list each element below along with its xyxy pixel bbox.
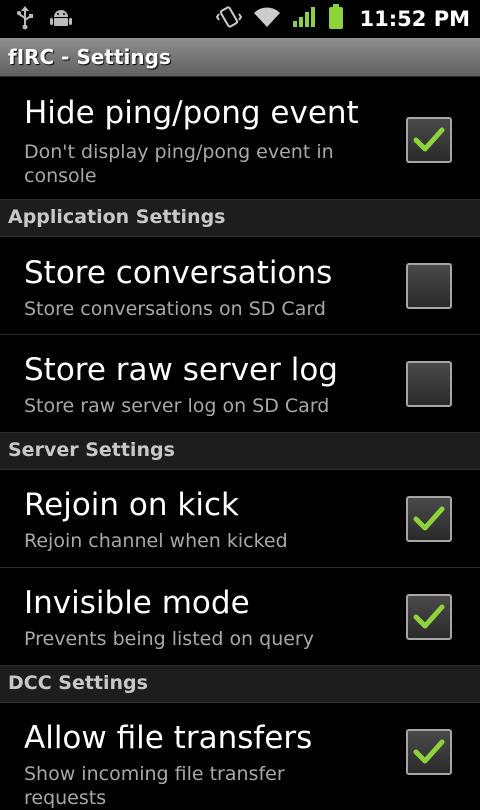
vibrate-icon [215, 5, 242, 33]
hide-ping-pong-checkbox[interactable] [406, 117, 452, 163]
invisible-mode-checkbox[interactable] [406, 594, 452, 640]
checkmark-icon [413, 604, 445, 629]
pref-summary: Rejoin channel when kicked [24, 530, 288, 552]
pref-store-raw-server-log[interactable]: Store raw server log Store raw server lo… [0, 335, 480, 433]
signal-icon [292, 5, 318, 33]
android-debug-icon [50, 6, 72, 34]
category-application-settings: Application Settings [0, 200, 480, 237]
pref-summary: Store raw server log on SD Card [24, 395, 330, 417]
pref-store-conversations[interactable]: Store conversations Store conversations … [0, 237, 480, 335]
pref-summary: Show incoming file transfer requests [24, 763, 285, 809]
pref-title: Allow file transfers [24, 720, 313, 756]
pref-summary: Don't display ping/pong event in console [24, 141, 334, 187]
wifi-icon [252, 5, 282, 33]
page-title: fIRC - Settings [8, 45, 171, 69]
settings-list[interactable]: Hide ping/pong event Don't display ping/… [0, 77, 480, 809]
pref-summary: Store conversations on SD Card [24, 298, 326, 320]
pref-title: Rejoin on kick [24, 487, 239, 523]
category-label: DCC Settings [8, 672, 148, 694]
rejoin-on-kick-checkbox[interactable] [406, 496, 452, 542]
title-bar: fIRC - Settings [0, 38, 480, 77]
category-server-settings: Server Settings [0, 433, 480, 470]
pref-title: Hide ping/pong event [24, 95, 359, 131]
battery-icon [328, 4, 344, 34]
store-conversations-checkbox[interactable] [406, 263, 452, 309]
pref-rejoin-on-kick[interactable]: Rejoin on kick Rejoin channel when kicke… [0, 470, 480, 568]
store-raw-server-log-checkbox[interactable] [406, 361, 452, 407]
checkmark-icon [413, 739, 445, 764]
category-label: Application Settings [8, 206, 226, 228]
pref-summary: Prevents being listed on query [24, 628, 314, 650]
pref-title: Store raw server log [24, 352, 338, 388]
category-label: Server Settings [8, 439, 175, 461]
status-clock: 11:52 PM [359, 7, 470, 31]
allow-file-transfers-checkbox[interactable] [406, 729, 452, 775]
pref-allow-file-transfers[interactable]: Allow file transfers Show incoming file … [0, 703, 480, 809]
pref-title: Invisible mode [24, 585, 250, 621]
pref-invisible-mode[interactable]: Invisible mode Prevents being listed on … [0, 568, 480, 666]
pref-title: Store conversations [24, 255, 333, 291]
checkmark-icon [413, 127, 445, 152]
status-bar: 11:52 PM [0, 0, 480, 38]
checkmark-icon [413, 506, 445, 531]
pref-hide-ping-pong[interactable]: Hide ping/pong event Don't display ping/… [0, 77, 480, 200]
usb-icon [16, 6, 34, 34]
category-dcc-settings: DCC Settings [0, 666, 480, 703]
